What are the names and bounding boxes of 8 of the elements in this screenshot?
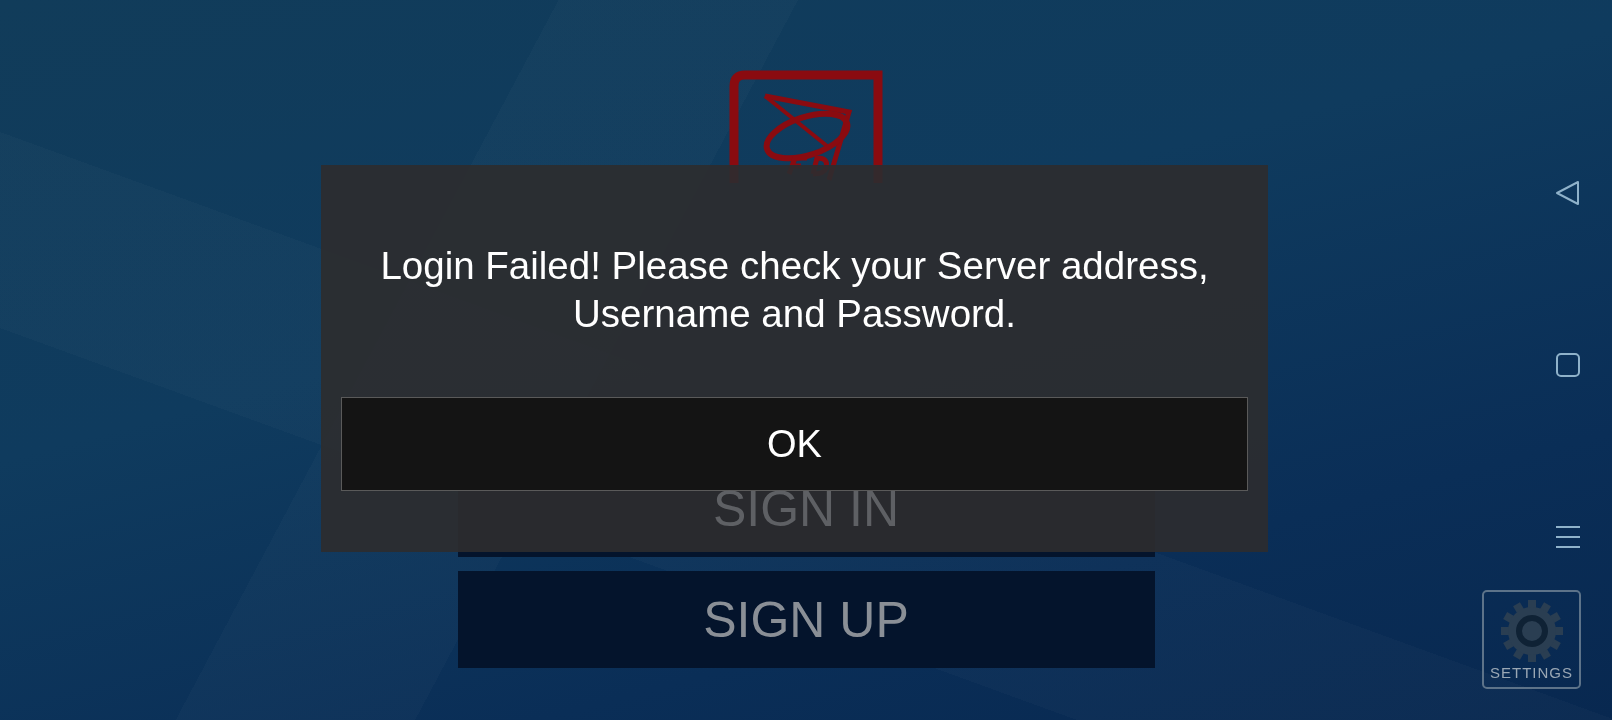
menu-icon[interactable] — [1555, 524, 1581, 550]
ok-button[interactable]: OK — [341, 397, 1248, 491]
gear-icon — [1499, 600, 1564, 662]
settings-button[interactable]: SETTINGS — [1482, 590, 1581, 689]
square-icon[interactable] — [1555, 352, 1581, 378]
error-message: Login Failed! Please check your Server address, Username and Password. — [379, 243, 1210, 337]
back-icon[interactable] — [1555, 180, 1581, 206]
sign-up-button[interactable]: SIGN UP — [457, 571, 1155, 668]
